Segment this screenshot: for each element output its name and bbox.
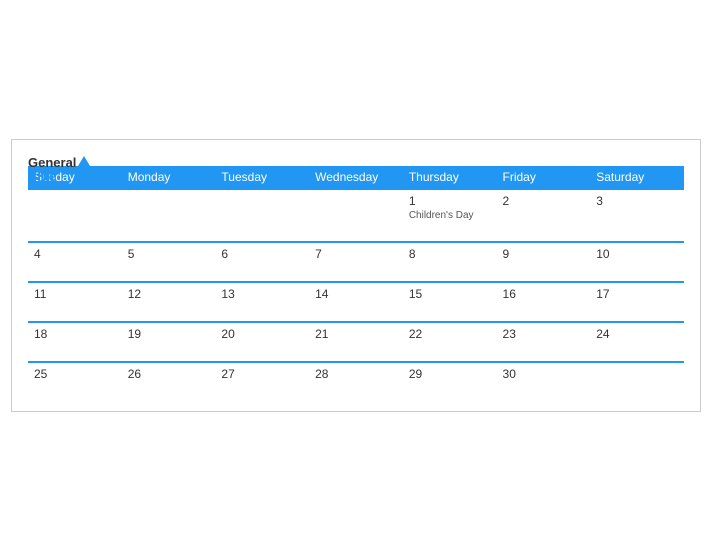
day-number: 18 bbox=[34, 327, 47, 341]
day-cell: 12 bbox=[122, 282, 216, 322]
day-cell: 27 bbox=[215, 362, 309, 401]
day-cell: 23 bbox=[497, 322, 591, 362]
day-number: 1 bbox=[409, 194, 416, 208]
day-cell: 28 bbox=[309, 362, 403, 401]
week-row-5: 25 26 27 28 29 30 bbox=[28, 362, 684, 401]
day-cell: 4 bbox=[28, 242, 122, 282]
day-number: 9 bbox=[503, 247, 510, 261]
day-number: 28 bbox=[315, 367, 328, 381]
col-saturday: Saturday bbox=[590, 166, 684, 189]
day-number: 8 bbox=[409, 247, 416, 261]
day-number: 19 bbox=[128, 327, 141, 341]
day-number: 6 bbox=[221, 247, 228, 261]
day-cell: 30 bbox=[497, 362, 591, 401]
day-cell: 1 Children's Day bbox=[403, 189, 497, 242]
day-cell bbox=[309, 189, 403, 242]
day-number: 7 bbox=[315, 247, 322, 261]
day-number: 16 bbox=[503, 287, 516, 301]
logo-triangle-icon bbox=[78, 156, 90, 166]
logo-blue-text: Blue bbox=[28, 170, 90, 184]
day-number: 2 bbox=[503, 194, 510, 208]
day-cell: 29 bbox=[403, 362, 497, 401]
day-number: 22 bbox=[409, 327, 422, 341]
week-row-3: 11 12 13 14 15 16 17 bbox=[28, 282, 684, 322]
col-wednesday: Wednesday bbox=[309, 166, 403, 189]
day-number: 12 bbox=[128, 287, 141, 301]
day-number: 24 bbox=[596, 327, 609, 341]
day-cell: 2 bbox=[497, 189, 591, 242]
calendar-container: General Blue Sunday Monday Tuesday Wedne… bbox=[11, 139, 701, 412]
day-number: 30 bbox=[503, 367, 516, 381]
day-cell: 24 bbox=[590, 322, 684, 362]
day-cell bbox=[28, 189, 122, 242]
day-cell: 15 bbox=[403, 282, 497, 322]
day-cell: 6 bbox=[215, 242, 309, 282]
day-number: 10 bbox=[596, 247, 609, 261]
day-cell: 16 bbox=[497, 282, 591, 322]
day-number: 20 bbox=[221, 327, 234, 341]
day-number: 29 bbox=[409, 367, 422, 381]
day-cell: 26 bbox=[122, 362, 216, 401]
day-number: 23 bbox=[503, 327, 516, 341]
col-tuesday: Tuesday bbox=[215, 166, 309, 189]
day-number: 21 bbox=[315, 327, 328, 341]
week-row-4: 18 19 20 21 22 23 24 bbox=[28, 322, 684, 362]
day-number: 4 bbox=[34, 247, 41, 261]
day-cell: 14 bbox=[309, 282, 403, 322]
day-cell: 18 bbox=[28, 322, 122, 362]
logo: General Blue bbox=[28, 156, 90, 185]
day-number: 25 bbox=[34, 367, 47, 381]
day-cell: 8 bbox=[403, 242, 497, 282]
day-number: 14 bbox=[315, 287, 328, 301]
day-cell: 11 bbox=[28, 282, 122, 322]
day-cell: 22 bbox=[403, 322, 497, 362]
day-cell bbox=[590, 362, 684, 401]
week-row-2: 4 5 6 7 8 9 10 bbox=[28, 242, 684, 282]
day-number: 15 bbox=[409, 287, 422, 301]
day-cell: 7 bbox=[309, 242, 403, 282]
day-cell: 10 bbox=[590, 242, 684, 282]
logo-general-text: General bbox=[28, 156, 90, 170]
day-cell: 20 bbox=[215, 322, 309, 362]
day-cell bbox=[122, 189, 216, 242]
day-cell: 5 bbox=[122, 242, 216, 282]
day-number: 3 bbox=[596, 194, 603, 208]
day-cell bbox=[215, 189, 309, 242]
day-cell: 3 bbox=[590, 189, 684, 242]
day-event: Children's Day bbox=[409, 210, 491, 221]
day-number: 11 bbox=[34, 287, 46, 301]
day-cell: 19 bbox=[122, 322, 216, 362]
day-cell: 17 bbox=[590, 282, 684, 322]
day-cell: 9 bbox=[497, 242, 591, 282]
weekday-header-row: Sunday Monday Tuesday Wednesday Thursday… bbox=[28, 166, 684, 189]
day-number: 27 bbox=[221, 367, 234, 381]
day-number: 26 bbox=[128, 367, 141, 381]
day-cell: 21 bbox=[309, 322, 403, 362]
day-number: 17 bbox=[596, 287, 609, 301]
col-friday: Friday bbox=[497, 166, 591, 189]
week-row-1: 1 Children's Day 2 3 bbox=[28, 189, 684, 242]
day-cell: 13 bbox=[215, 282, 309, 322]
col-thursday: Thursday bbox=[403, 166, 497, 189]
day-number: 5 bbox=[128, 247, 135, 261]
calendar-table: Sunday Monday Tuesday Wednesday Thursday… bbox=[28, 166, 684, 401]
day-cell: 25 bbox=[28, 362, 122, 401]
day-number: 13 bbox=[221, 287, 234, 301]
col-monday: Monday bbox=[122, 166, 216, 189]
